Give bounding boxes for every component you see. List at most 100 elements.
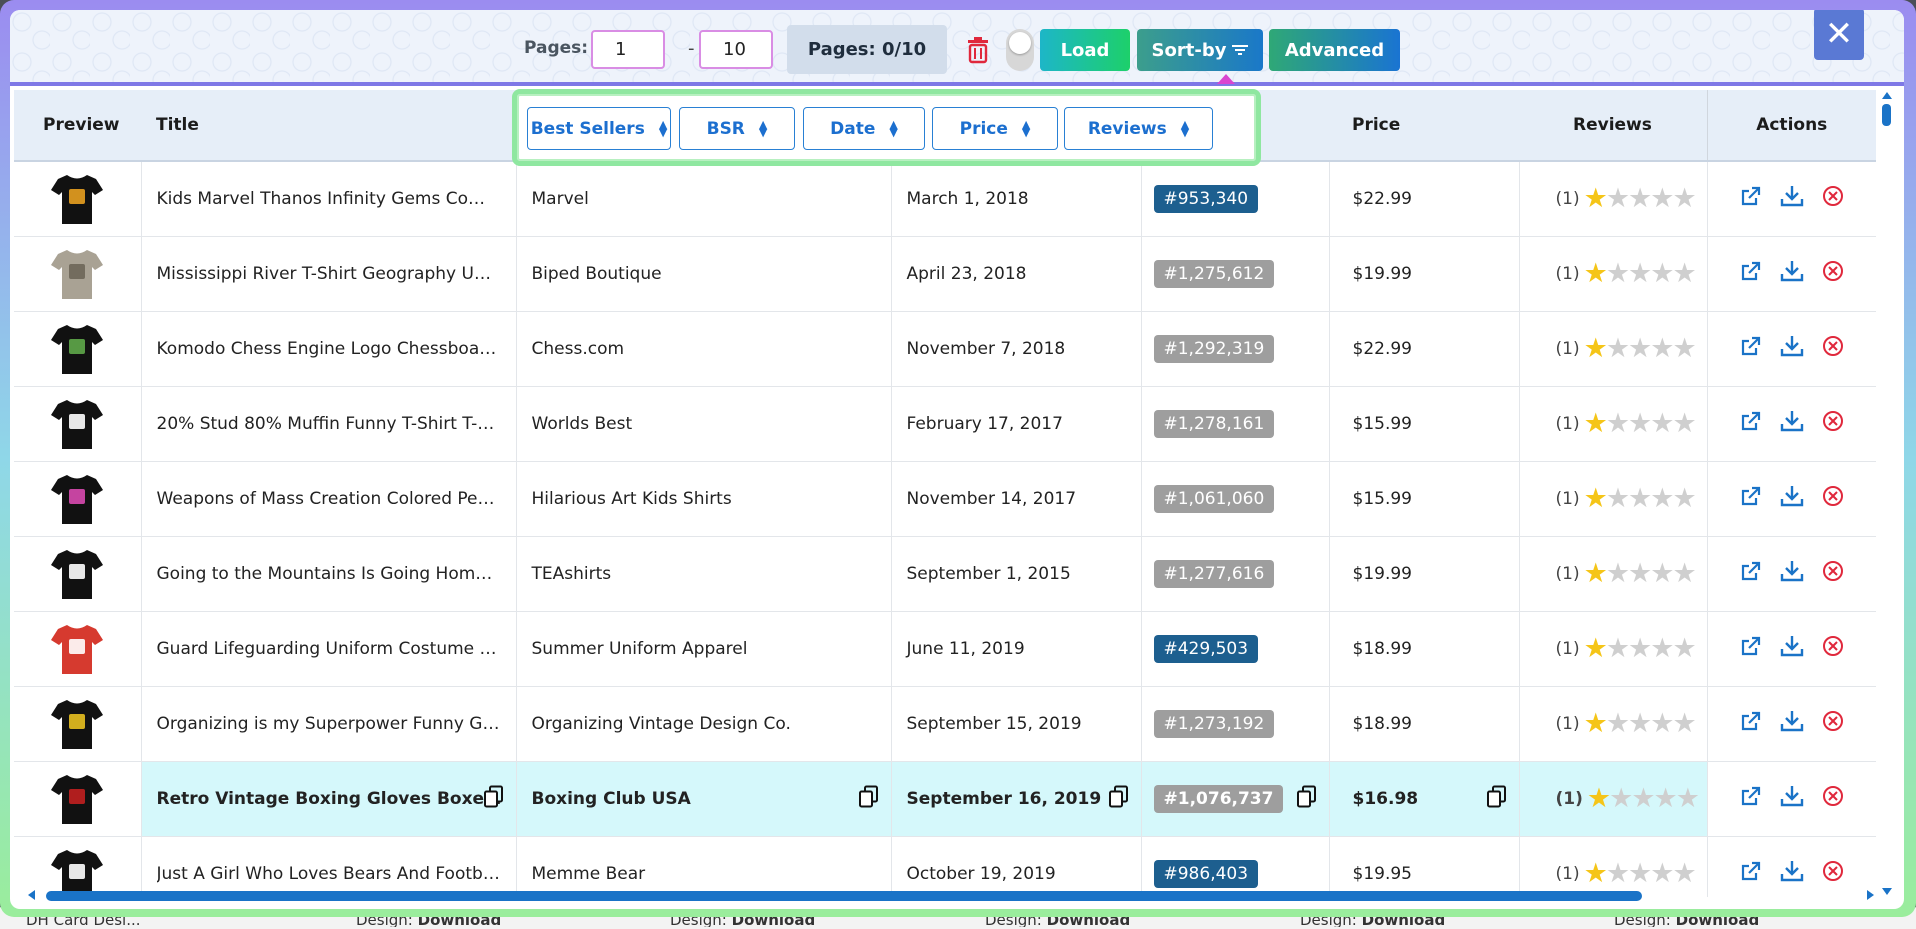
remove-circle-icon[interactable] <box>1822 710 1844 732</box>
open-external-icon[interactable] <box>1740 785 1762 807</box>
open-external-icon[interactable] <box>1740 185 1762 207</box>
remove-circle-icon[interactable] <box>1822 560 1844 582</box>
horizontal-scrollbar[interactable] <box>24 887 1884 903</box>
download-icon[interactable] <box>1780 560 1804 582</box>
col-header-reviews[interactable]: Reviews <box>1519 90 1707 162</box>
sort-option-reviews[interactable]: Reviews ▲ ▼ <box>1064 107 1213 150</box>
download-icon[interactable] <box>1780 635 1804 657</box>
product-title[interactable]: Mississippi River T-Shirt Geography Unit… <box>157 264 502 284</box>
download-icon[interactable] <box>1780 185 1804 207</box>
download-icon[interactable] <box>1780 260 1804 282</box>
remove-circle-icon[interactable] <box>1822 635 1844 657</box>
open-external-icon[interactable] <box>1740 410 1762 432</box>
reviews-cell: (1) ★ ★ ★ ★ ★ <box>1519 386 1708 462</box>
product-title[interactable]: Komodo Chess Engine Logo Chessboard ... <box>157 339 502 359</box>
tshirt-thumbnail[interactable] <box>50 773 104 825</box>
open-external-icon[interactable] <box>1740 560 1762 582</box>
download-icon[interactable] <box>1780 785 1804 807</box>
table-row[interactable]: Weapons of Mass Creation Colored Penci..… <box>14 461 1876 537</box>
close-icon[interactable]: ✕ <box>1814 10 1864 60</box>
product-title[interactable]: Weapons of Mass Creation Colored Penci..… <box>157 489 502 509</box>
copy-icon[interactable] <box>483 785 504 812</box>
open-external-icon[interactable] <box>1740 635 1762 657</box>
open-external-icon[interactable] <box>1740 335 1762 357</box>
table-row[interactable]: Retro Vintage Boxing Gloves Boxer | Bo..… <box>14 761 1876 837</box>
trash-icon[interactable] <box>965 36 991 64</box>
table-row[interactable]: Mississippi River T-Shirt Geography Unit… <box>14 236 1876 312</box>
product-title[interactable]: Organizing is my Superpower Funny Gift .… <box>157 714 502 734</box>
open-external-icon[interactable] <box>1740 260 1762 282</box>
table-row[interactable]: 20% Stud 80% Muffin Funny T-Shirt T-S...… <box>14 386 1876 462</box>
col-header-preview[interactable]: Preview <box>14 90 141 162</box>
download-icon[interactable] <box>1780 485 1804 507</box>
product-title[interactable]: Going to the Mountains Is Going Home J..… <box>157 564 502 584</box>
date-cell: September 16, 2019 <box>891 761 1142 837</box>
table-row[interactable]: Kids Marvel Thanos Infinity Gems Comic .… <box>14 161 1876 237</box>
title-cell: Guard Lifeguarding Uniform Costume T-... <box>141 611 517 687</box>
download-icon[interactable] <box>1780 410 1804 432</box>
product-title[interactable]: 20% Stud 80% Muffin Funny T-Shirt T-S... <box>157 414 502 434</box>
product-title[interactable]: Retro Vintage Boxing Gloves Boxer | Bo..… <box>157 789 502 809</box>
vertical-scrollbar[interactable] <box>1880 90 1894 897</box>
tshirt-thumbnail[interactable] <box>50 473 104 525</box>
sort-option-date[interactable]: Date ▲ ▼ <box>803 107 925 150</box>
load-toggle-switch[interactable] <box>1006 29 1034 71</box>
advanced-button[interactable]: Advanced <box>1269 29 1400 71</box>
open-external-icon[interactable] <box>1740 485 1762 507</box>
page-to-input[interactable] <box>699 30 773 69</box>
table-row[interactable]: Guard Lifeguarding Uniform Costume T-...… <box>14 611 1876 687</box>
tshirt-thumbnail[interactable] <box>50 248 104 300</box>
tshirt-thumbnail[interactable] <box>50 548 104 600</box>
scroll-left-arrow[interactable] <box>28 890 35 900</box>
open-external-icon[interactable] <box>1740 710 1762 732</box>
horizontal-scroll-thumb[interactable] <box>46 891 1642 901</box>
table-row[interactable]: Organizing is my Superpower Funny Gift .… <box>14 686 1876 762</box>
copy-icon[interactable] <box>1108 785 1129 812</box>
vertical-scroll-thumb[interactable] <box>1882 104 1891 126</box>
product-date: March 1, 2018 <box>906 188 1029 209</box>
tshirt-thumbnail[interactable] <box>50 623 104 675</box>
table-row[interactable]: Going to the Mountains Is Going Home J..… <box>14 536 1876 612</box>
sort-by-button[interactable]: Sort-by <box>1137 29 1263 71</box>
brand-cell: Boxing Club USA <box>516 761 892 837</box>
load-button[interactable]: Load <box>1040 29 1130 71</box>
sort-option-price[interactable]: Price ▲ ▼ <box>932 107 1058 150</box>
remove-circle-icon[interactable] <box>1822 260 1844 282</box>
remove-circle-icon[interactable] <box>1822 485 1844 507</box>
tshirt-thumbnail[interactable] <box>50 323 104 375</box>
page-from-input[interactable] <box>591 30 665 69</box>
preview-cell <box>14 761 142 837</box>
product-title[interactable]: Guard Lifeguarding Uniform Costume T-... <box>157 639 502 659</box>
star-icon: ★ <box>1672 858 1696 889</box>
tshirt-thumbnail[interactable] <box>50 173 104 225</box>
sort-option-best-sellers[interactable]: Best Sellers ▲ ▼ <box>527 107 671 150</box>
download-icon[interactable] <box>1780 335 1804 357</box>
copy-icon[interactable] <box>1296 785 1317 812</box>
bsr-badge: #1,292,319 <box>1153 334 1275 363</box>
price-cell: $18.99 <box>1329 686 1520 762</box>
product-title[interactable]: Just A Girl Who Loves Bears And Football… <box>157 864 502 884</box>
table-row[interactable]: Komodo Chess Engine Logo Chessboard ... C… <box>14 311 1876 387</box>
scroll-up-arrow[interactable] <box>1882 92 1892 99</box>
date-cell: March 1, 2018 <box>891 161 1142 237</box>
download-icon[interactable] <box>1780 860 1804 882</box>
copy-icon[interactable] <box>1486 785 1507 812</box>
remove-circle-icon[interactable] <box>1822 335 1844 357</box>
download-icon[interactable] <box>1780 710 1804 732</box>
bsr-cell: #1,076,737 <box>1141 761 1330 837</box>
col-header-title[interactable]: Title <box>141 90 516 162</box>
tshirt-thumbnail[interactable] <box>50 698 104 750</box>
sort-option-bsr[interactable]: BSR ▲ ▼ <box>679 107 795 150</box>
col-header-price[interactable]: Price <box>1329 90 1519 162</box>
star-rating: ★ ★ ★ ★ ★ <box>1584 185 1697 212</box>
open-external-icon[interactable] <box>1740 860 1762 882</box>
remove-circle-icon[interactable] <box>1822 410 1844 432</box>
remove-circle-icon[interactable] <box>1822 185 1844 207</box>
tshirt-thumbnail[interactable] <box>50 398 104 450</box>
star-icon: ★ <box>1605 708 1630 739</box>
remove-circle-icon[interactable] <box>1822 860 1844 882</box>
remove-circle-icon[interactable] <box>1822 785 1844 807</box>
copy-icon[interactable] <box>858 785 879 812</box>
product-title[interactable]: Kids Marvel Thanos Infinity Gems Comic .… <box>157 189 502 209</box>
scroll-right-arrow[interactable] <box>1867 890 1874 900</box>
